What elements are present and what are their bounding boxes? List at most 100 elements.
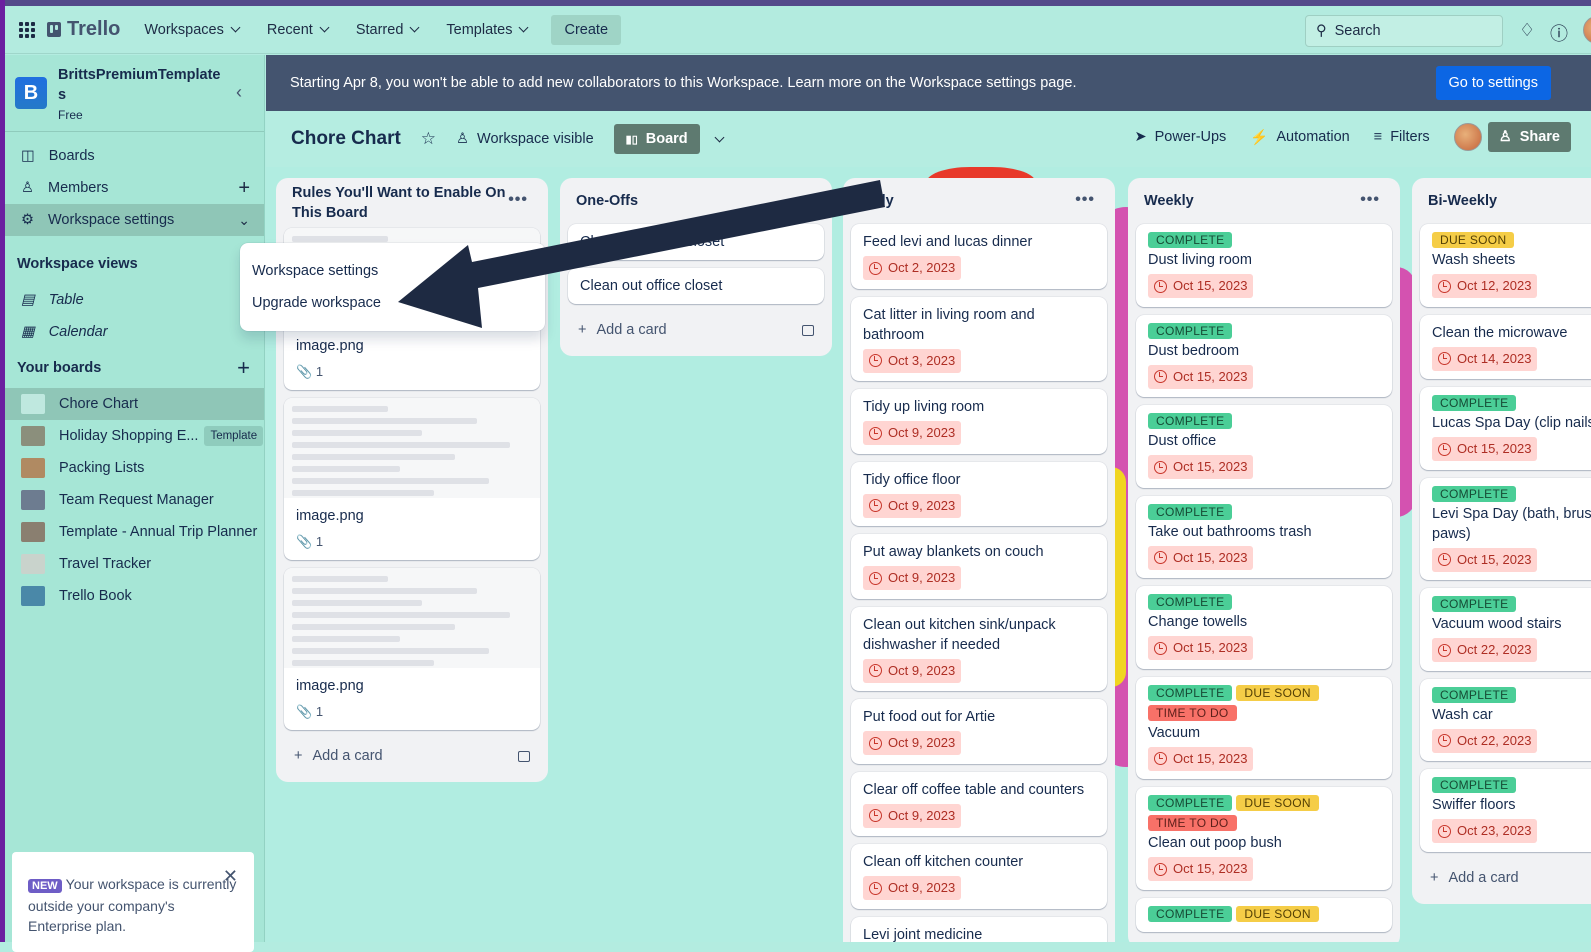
help-icon[interactable]: ⓘ	[1550, 20, 1568, 46]
due-date-badge[interactable]: Oct 9, 2023	[863, 803, 962, 828]
card-label[interactable]: COMPLETE	[1432, 686, 1517, 703]
list-title[interactable]: Bi-Weekly	[1428, 191, 1497, 211]
card[interactable]: COMPLETE Levi Spa Day (bath, brush stuff …	[1420, 477, 1591, 580]
card-label[interactable]: COMPLETE	[1432, 395, 1517, 411]
due-date-badge[interactable]: Oct 15, 2023	[1148, 857, 1254, 881]
user-avatar[interactable]	[1583, 16, 1591, 44]
card[interactable]: image.png 📎 1	[284, 398, 540, 560]
template-icon[interactable]	[518, 750, 530, 762]
menu-item-upgrade-workspace[interactable]: Upgrade workspace	[252, 287, 533, 319]
card[interactable]: COMPLETE Wash car Oct 22, 2023	[1420, 678, 1591, 761]
card-label[interactable]: DUE SOON	[1236, 684, 1319, 701]
due-date-badge[interactable]: Oct 15, 2023	[1432, 547, 1538, 572]
chevron-down-icon[interactable]	[714, 132, 725, 142]
add-card-button[interactable]: + Add a card	[1420, 860, 1591, 896]
trello-logo[interactable]: Trello	[47, 18, 120, 41]
card[interactable]: COMPLETE Vacuum wood stairs Oct 22, 2023	[1420, 588, 1591, 671]
sidebar-board-item[interactable]: Holiday Shopping E... Template	[5, 420, 264, 452]
card[interactable]: COMPLETE DUE SOON	[1136, 897, 1392, 932]
app-switcher-icon[interactable]	[19, 21, 35, 38]
card-label[interactable]: COMPLETE	[1148, 322, 1233, 339]
card[interactable]: COMPLETE Dust living room Oct 15, 2023	[1136, 224, 1392, 307]
card[interactable]: Tidy up living room Oct 9, 2023	[851, 389, 1107, 454]
card[interactable]: Clean out porch closet	[568, 224, 824, 260]
card-label[interactable]: DUE SOON	[1236, 905, 1319, 922]
automation-button[interactable]: ⚡ Automation	[1250, 129, 1349, 146]
card-label[interactable]: COMPLETE	[1148, 905, 1233, 922]
sidebar-board-item[interactable]: Team Request Manager	[5, 484, 264, 516]
due-date-badge[interactable]: Oct 15, 2023	[1148, 746, 1254, 771]
sidebar-board-item[interactable]: Template - Annual Trip Planner	[5, 516, 264, 548]
card[interactable]: Clean out kitchen sink/unpack dishwasher…	[851, 606, 1107, 691]
card[interactable]: COMPLETE Dust office Oct 15, 2023	[1136, 405, 1392, 488]
more-icon[interactable]: •••	[508, 190, 528, 210]
menu-item-workspace-settings[interactable]: Workspace settings	[252, 255, 533, 287]
due-date-badge[interactable]: Oct 2, 2023	[863, 256, 962, 280]
card[interactable]: Clear off coffee table and counters Oct 9…	[851, 771, 1107, 836]
visibility-button[interactable]: ♙ Workspace visible	[456, 131, 594, 147]
due-date-badge[interactable]: Oct 15, 2023	[1432, 437, 1538, 461]
add-card-button[interactable]: + Add a card	[284, 738, 540, 774]
due-date-badge[interactable]: Oct 12, 2023	[1432, 274, 1538, 298]
card-label[interactable]: COMPLETE	[1148, 413, 1233, 429]
due-date-badge[interactable]: Oct 9, 2023	[863, 493, 962, 518]
card[interactable]: Clean off kitchen counter Oct 9, 2023	[851, 844, 1107, 909]
card-label[interactable]: DUE SOON	[1236, 795, 1319, 811]
sidebar-board-item[interactable]: Chore Chart	[5, 388, 264, 420]
card[interactable]: Feed levi and lucas dinner Oct 2, 2023	[851, 224, 1107, 289]
card[interactable]: Put food out for Artie Oct 9, 2023	[851, 699, 1107, 764]
board-title[interactable]: Chore Chart	[291, 128, 401, 150]
create-button[interactable]: Create	[551, 14, 622, 45]
due-date-badge[interactable]: Oct 9, 2023	[863, 876, 962, 900]
power-ups-button[interactable]: ➤ Power-Ups	[1134, 129, 1226, 145]
due-date-badge[interactable]: Oct 15, 2023	[1148, 455, 1254, 479]
go-to-settings-button[interactable]: Go to settings	[1435, 66, 1551, 100]
card-label[interactable]: COMPLETE	[1148, 795, 1233, 811]
add-member-icon[interactable]: +	[238, 177, 250, 200]
card-label[interactable]: COMPLETE	[1148, 232, 1233, 248]
due-date-badge[interactable]: Oct 15, 2023	[1148, 364, 1254, 389]
card[interactable]: Cat litter in living room and bathroom Oc…	[851, 296, 1107, 381]
card-label[interactable]: COMPLETE	[1148, 594, 1233, 610]
due-date-badge[interactable]: Oct 15, 2023	[1148, 274, 1254, 298]
card-label[interactable]: COMPLETE	[1148, 503, 1233, 520]
star-icon[interactable]: ☆	[421, 129, 436, 149]
sidebar-item-workspace-settings[interactable]: ⚙ Workspace settings ⌄	[5, 204, 264, 236]
card-label[interactable]: COMPLETE	[1432, 777, 1517, 793]
due-date-badge[interactable]: Oct 23, 2023	[1432, 819, 1538, 843]
card[interactable]: COMPLETE Lucas Spa Day (clip nails teeth)…	[1420, 387, 1591, 470]
more-icon[interactable]: •••	[1360, 190, 1380, 210]
board-view-button[interactable]: ▮▯ Board	[613, 124, 700, 154]
more-icon[interactable]: •••	[1075, 190, 1095, 210]
due-date-badge[interactable]: Oct 9, 2023	[863, 421, 962, 445]
due-date-badge[interactable]: Oct 14, 2023	[1432, 346, 1538, 371]
card[interactable]: Clean the microwave Oct 14, 2023	[1420, 314, 1591, 379]
card-label[interactable]: TIME TO DO	[1148, 815, 1237, 831]
card[interactable]: image.png 📎 1	[284, 568, 540, 730]
nav-workspaces[interactable]: Workspaces	[132, 16, 251, 44]
sidebar-item-table[interactable]: ▤ Table	[5, 284, 264, 316]
card-label[interactable]: TIME TO DO	[1148, 704, 1237, 721]
sidebar-board-item[interactable]: Packing Lists	[5, 452, 264, 484]
share-button[interactable]: ♙ Share	[1487, 122, 1571, 152]
collapse-sidebar-icon[interactable]: ‹	[236, 82, 242, 103]
due-date-badge[interactable]: Oct 9, 2023	[863, 731, 962, 755]
card-label[interactable]: DUE SOON	[1432, 232, 1515, 248]
card[interactable]: Tidy office floor Oct 9, 2023	[851, 461, 1107, 526]
card[interactable]: COMPLETE Change towells Oct 15, 2023	[1136, 586, 1392, 669]
card-label[interactable]: COMPLETE	[1148, 684, 1233, 701]
filters-button[interactable]: ≡ Filters	[1374, 129, 1430, 145]
sidebar-item-calendar[interactable]: ▦ Calendar	[5, 316, 264, 348]
sidebar-item-boards[interactable]: ◫ Boards	[5, 140, 264, 172]
due-date-badge[interactable]: Oct 15, 2023	[1148, 545, 1254, 570]
sidebar-board-item[interactable]: Travel Tracker	[5, 548, 264, 580]
card-label[interactable]: COMPLETE	[1432, 596, 1517, 612]
card[interactable]: DUE SOON Wash sheets Oct 12, 2023	[1420, 224, 1591, 307]
nav-recent[interactable]: Recent	[255, 16, 340, 44]
notifications-icon[interactable]: ♢	[1519, 20, 1535, 41]
due-date-badge[interactable]: Oct 22, 2023	[1432, 638, 1538, 662]
card[interactable]: Put away blankets on couch Oct 9, 2023	[851, 534, 1107, 599]
template-icon[interactable]	[802, 324, 814, 336]
card[interactable]: COMPLETE DUE SOON TIME TO DO Clean out poop…	[1136, 787, 1392, 890]
sidebar-board-item[interactable]: Trello Book	[5, 580, 264, 612]
